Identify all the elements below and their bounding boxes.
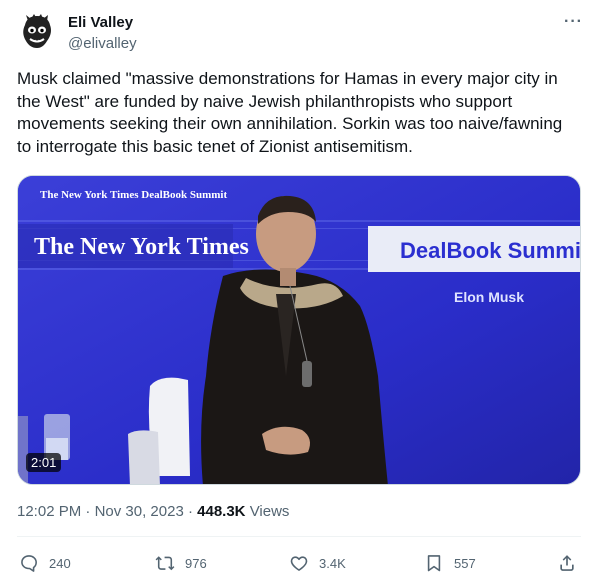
author-name[interactable]: Eli Valley [68, 14, 133, 31]
more-icon[interactable]: ··· [564, 13, 583, 31]
reply-button[interactable]: 240 [19, 549, 71, 577]
tweet-header: Eli Valley @elivalley ··· [17, 11, 583, 55]
meta-separator: · [187, 503, 193, 520]
small-banner: The New York Times DealBook Summit [40, 189, 227, 201]
video-timecode: 2:01 [26, 453, 62, 472]
tweet-text: Musk claimed "massive demonstrations for… [17, 69, 563, 156]
share-icon [560, 555, 574, 571]
meta-separator: · [85, 503, 91, 520]
video-player[interactable]: The New York Times DealBook Summit The N… [17, 175, 581, 485]
event-title: DealBook Summit [400, 238, 581, 263]
author-handle[interactable]: @elivalley [68, 35, 137, 52]
views-label: Views [249, 503, 290, 520]
speaker-name: Elon Musk [454, 289, 524, 305]
bookmark-button[interactable]: 557 [424, 549, 476, 577]
views-count: 448.3K [197, 503, 246, 520]
action-bar: 240 976 3.4K 557 [17, 549, 583, 577]
reply-count: 240 [49, 555, 71, 571]
repost-button[interactable]: 976 [155, 549, 207, 577]
tweet-meta: 12:02 PM · Nov 30, 2023 · 448.3K Views [17, 503, 289, 520]
tweet-date[interactable]: Nov 30, 2023 [95, 503, 184, 520]
video-frame: The New York Times DealBook Summit The N… [18, 176, 581, 484]
like-count: 3.4K [319, 555, 346, 571]
avatar[interactable] [17, 11, 57, 51]
like-icon [290, 556, 308, 571]
repost-icon [155, 556, 175, 571]
repost-count: 976 [185, 555, 207, 571]
like-button[interactable]: 3.4K [289, 549, 346, 577]
share-button[interactable] [557, 549, 577, 577]
tweet-time[interactable]: 12:02 PM [17, 503, 81, 520]
reply-icon [21, 555, 37, 572]
bookmark-count: 557 [454, 555, 476, 571]
nyt-logo: The New York Times [34, 234, 249, 260]
divider [17, 536, 581, 537]
bookmark-icon [427, 555, 441, 572]
